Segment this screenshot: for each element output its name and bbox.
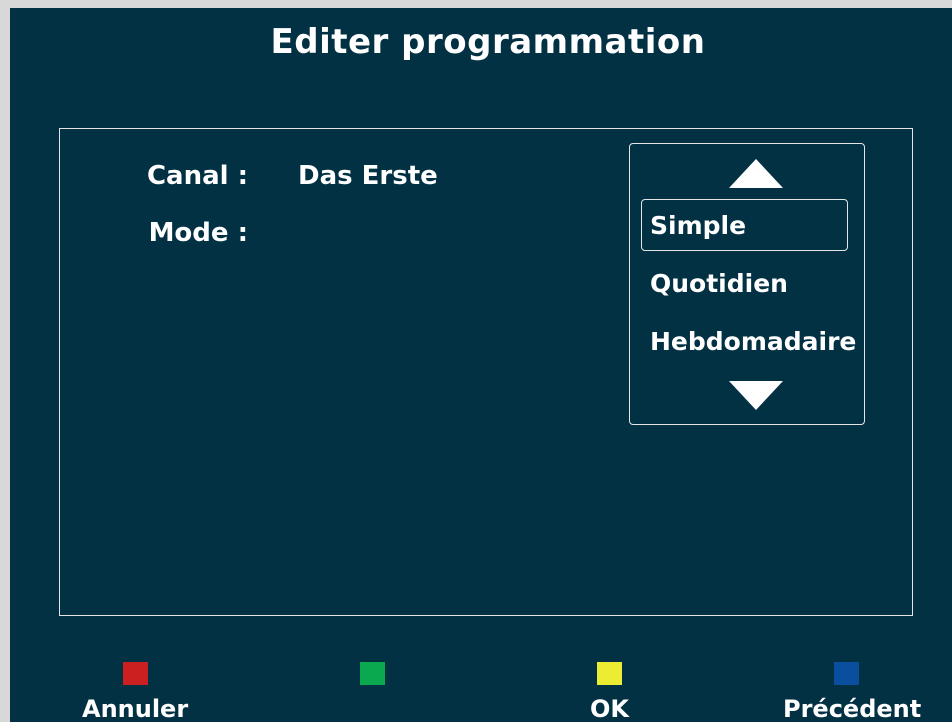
green-key-icon[interactable]: [360, 662, 385, 685]
red-key-icon[interactable]: [123, 662, 148, 685]
scroll-down-arrow-icon[interactable]: [729, 381, 783, 410]
blue-key-icon[interactable]: [834, 662, 859, 685]
page-title: Editer programmation: [270, 22, 706, 62]
red-key-label: Annuler: [82, 695, 189, 722]
osd-screen: Editer programmation Canal : Das Erste M…: [10, 8, 952, 722]
mode-label: Mode :: [148, 218, 248, 248]
scroll-up-arrow-icon[interactable]: [729, 159, 783, 188]
mode-option-hebdomadaire[interactable]: Hebdomadaire: [650, 327, 856, 356]
edit-panel: Canal : Das Erste Mode : Simple Quotidie…: [59, 128, 913, 616]
canal-value[interactable]: Das Erste: [298, 161, 438, 191]
mode-option-quotidien[interactable]: Quotidien: [650, 269, 788, 298]
yellow-key-icon[interactable]: [597, 662, 622, 685]
canal-label: Canal :: [146, 161, 248, 191]
mode-dropdown-list[interactable]: Simple Quotidien Hebdomadaire: [629, 143, 865, 425]
yellow-key-label: OK: [590, 695, 629, 722]
mode-option-simple[interactable]: Simple: [641, 199, 848, 251]
blue-key-label: Précédent: [783, 695, 922, 722]
